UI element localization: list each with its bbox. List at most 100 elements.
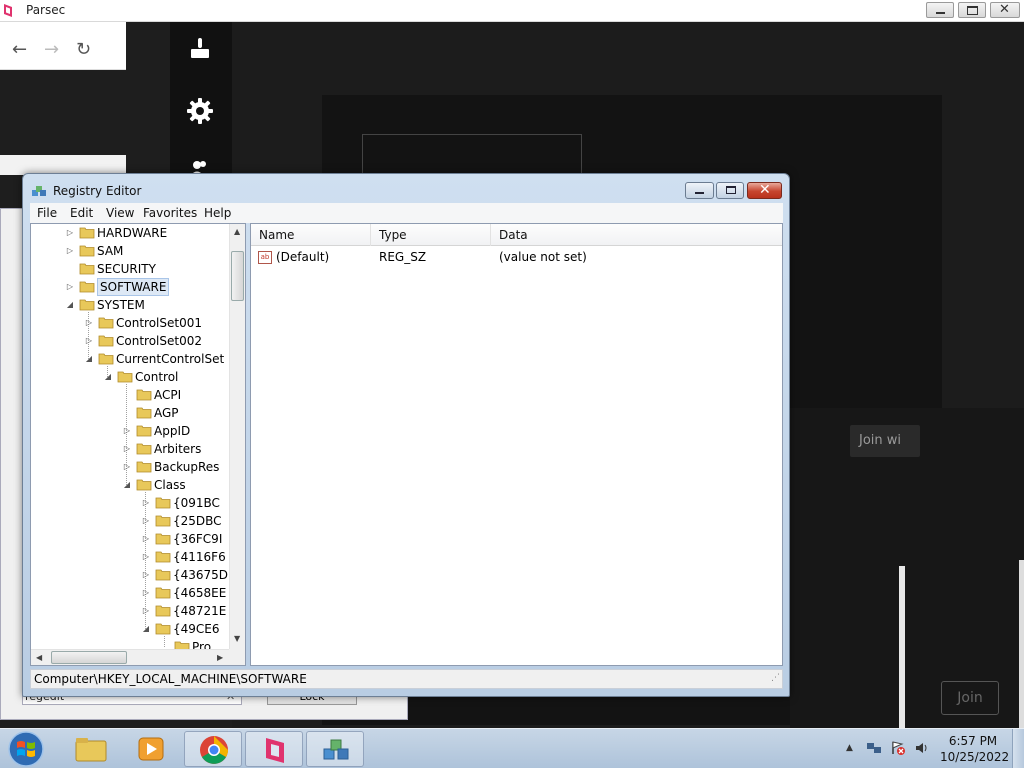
tree-item-controlset001[interactable]: ▷ ControlSet001 (84, 314, 229, 332)
menu-help[interactable]: Help (204, 206, 231, 220)
tree-item-agp[interactable]: AGP (122, 404, 229, 422)
tree-item-pro[interactable]: Pro (160, 638, 229, 649)
minimize-button[interactable] (685, 182, 714, 199)
collapsed-arrow-icon[interactable]: ▷ (65, 224, 75, 242)
taskbar-parsec-button[interactable] (245, 731, 303, 767)
collapsed-arrow-icon[interactable]: ▷ (141, 494, 151, 512)
show-desktop-button[interactable] (1012, 729, 1024, 768)
collapsed-arrow-icon[interactable]: ▷ (122, 440, 132, 458)
collapsed-arrow-icon[interactable]: ▷ (141, 530, 151, 548)
clock-time[interactable]: 6:57 PM (940, 734, 1006, 748)
tree-item-appid[interactable]: ▷ AppID (122, 422, 229, 440)
start-button[interactable] (4, 730, 48, 768)
scroll-left-arrow-icon[interactable]: ◀ (36, 653, 42, 662)
volume-icon[interactable] (914, 741, 930, 755)
tree-item-49ce6[interactable]: ◢ {49CE6 (141, 620, 229, 638)
show-hidden-icons-icon[interactable]: ▲ (846, 743, 853, 753)
tree-item-acpi[interactable]: ACPI (122, 386, 229, 404)
tree-item-control[interactable]: ◢ Control (103, 368, 229, 386)
tree-item-48721e[interactable]: ▷ {48721E (141, 602, 229, 620)
tree-item-software[interactable]: ▷ SOFTWARE (65, 278, 229, 296)
gamepad-icon[interactable] (188, 36, 212, 60)
tree-item-label: ControlSet002 (116, 334, 202, 348)
tree-item-4116f6[interactable]: ▷ {4116F6 (141, 548, 229, 566)
clock-date[interactable]: 10/25/2022 (940, 750, 1009, 764)
folder-icon (79, 245, 95, 257)
collapsed-arrow-icon[interactable]: ▷ (141, 602, 151, 620)
resize-grip-icon[interactable]: ⋰ (771, 669, 780, 687)
tree-item-backupres[interactable]: ▷ BackupRes (122, 458, 229, 476)
parsec-minimize-button[interactable] (926, 2, 954, 18)
status-path: Computer\HKEY_LOCAL_MACHINE\SOFTWARE (34, 672, 307, 686)
maximize-button[interactable] (716, 182, 744, 199)
forward-arrow-icon[interactable]: → (44, 40, 59, 60)
expanded-arrow-icon[interactable]: ◢ (65, 296, 75, 314)
registry-tree-pane[interactable]: ▷ HARDWARE ▷ SAM SECURITY ▷ SOFTWARE ◢ SYSTEM ▷ Co… (30, 223, 246, 666)
collapsed-arrow-icon[interactable]: ▷ (65, 278, 75, 296)
folder-icon (155, 533, 171, 545)
gear-icon[interactable] (186, 97, 214, 125)
tree-horizontal-scrollbar[interactable]: ◀ ▶ (31, 649, 229, 665)
tree-item-system[interactable]: ◢ SYSTEM (65, 296, 229, 314)
parsec-maximize-button[interactable] (958, 2, 986, 18)
parsec-close-button[interactable]: ✕ (990, 2, 1020, 18)
column-header-name[interactable]: Name (251, 224, 371, 246)
join-with-button[interactable]: Join wi (850, 425, 920, 457)
expanded-arrow-icon[interactable]: ◢ (141, 620, 151, 638)
taskbar-explorer-button[interactable] (62, 731, 120, 767)
scroll-right-arrow-icon[interactable]: ▶ (217, 653, 223, 662)
folder-icon (136, 425, 152, 437)
tree-item-25dbc[interactable]: ▷ {25DBC (141, 512, 229, 530)
join-button[interactable]: Join (941, 681, 999, 715)
tree-item-36fc9i[interactable]: ▷ {36FC9I (141, 530, 229, 548)
menu-favorites[interactable]: Favorites (143, 206, 197, 220)
tree-item-security[interactable]: SECURITY (65, 260, 229, 278)
expanded-arrow-icon[interactable]: ◢ (103, 368, 113, 386)
tree-vertical-scroll-thumb[interactable] (231, 251, 244, 301)
tree-item-class[interactable]: ◢ Class (122, 476, 229, 494)
collapsed-arrow-icon[interactable]: ▷ (141, 548, 151, 566)
back-arrow-icon[interactable]: ← (12, 40, 27, 60)
scroll-up-arrow-icon[interactable]: ▲ (234, 227, 240, 236)
tree-vertical-scrollbar[interactable]: ▲ ▼ (229, 224, 245, 649)
tree-item-091bc[interactable]: ▷ {091BC (141, 494, 229, 512)
tree-item-4658ee[interactable]: ▷ {4658EE (141, 584, 229, 602)
menu-file[interactable]: File (37, 206, 57, 220)
tree-item-hardware[interactable]: ▷ HARDWARE (65, 224, 229, 242)
tree-item-arbiters[interactable]: ▷ Arbiters (122, 440, 229, 458)
scroll-down-arrow-icon[interactable]: ▼ (234, 634, 240, 643)
close-button[interactable]: ✕ (747, 182, 782, 199)
taskbar-chrome-button[interactable] (184, 731, 242, 767)
menu-edit[interactable]: Edit (70, 206, 93, 220)
collapsed-arrow-icon[interactable]: ▷ (141, 566, 151, 584)
taskbar-regedit-button[interactable] (306, 731, 364, 767)
tree-item-43675d[interactable]: ▷ {43675D (141, 566, 229, 584)
expanded-arrow-icon[interactable]: ◢ (84, 350, 94, 368)
reload-icon[interactable]: ↻ (76, 40, 91, 60)
column-header-type[interactable]: Type (371, 224, 491, 246)
collapsed-arrow-icon[interactable]: ▷ (65, 242, 75, 260)
collapsed-arrow-icon[interactable]: ▷ (84, 332, 94, 350)
action-center-icon[interactable] (890, 740, 906, 756)
tree-item-controlset002[interactable]: ▷ ControlSet002 (84, 332, 229, 350)
tree-item-label: SYSTEM (97, 298, 145, 312)
tree-horizontal-scroll-thumb[interactable] (51, 651, 127, 664)
restore-icon (967, 6, 978, 15)
collapsed-arrow-icon[interactable]: ▷ (141, 584, 151, 602)
tree-item-currentcontrolset[interactable]: ◢ CurrentControlSet (84, 350, 229, 368)
collapsed-arrow-icon[interactable]: ▷ (122, 422, 132, 440)
minimize-icon (936, 12, 945, 14)
scrollbar-corner (229, 649, 245, 665)
column-header-data[interactable]: Data (491, 224, 782, 246)
taskbar-media-player-button[interactable] (122, 731, 180, 767)
folder-icon (79, 227, 95, 239)
folder-icon (155, 515, 171, 527)
network-icon[interactable] (866, 741, 882, 755)
expanded-arrow-icon[interactable]: ◢ (122, 476, 132, 494)
menu-view[interactable]: View (106, 206, 134, 220)
collapsed-arrow-icon[interactable]: ▷ (84, 314, 94, 332)
collapsed-arrow-icon[interactable]: ▷ (141, 512, 151, 530)
tree-item-sam[interactable]: ▷ SAM (65, 242, 229, 260)
registry-values-pane[interactable]: Name Type Data ab (Default) REG_SZ (valu… (250, 223, 783, 666)
collapsed-arrow-icon[interactable]: ▷ (122, 458, 132, 476)
